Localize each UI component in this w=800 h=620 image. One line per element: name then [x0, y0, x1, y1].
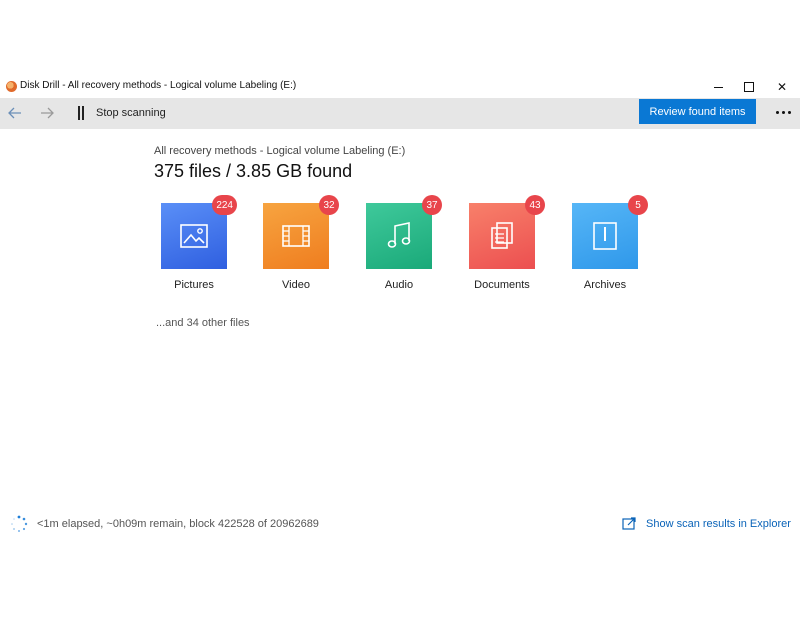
category-label-archives[interactable]: Archives: [555, 279, 655, 291]
count-badge: 32: [319, 195, 339, 215]
window-title: Disk Drill - All recovery methods - Logi…: [20, 80, 297, 91]
arrow-left-icon: [8, 107, 21, 119]
title-bar: Disk Drill - All recovery methods - Logi…: [0, 76, 800, 98]
category-tile-pictures[interactable]: 224: [161, 195, 237, 269]
category-label-pictures[interactable]: Pictures: [144, 279, 244, 291]
category-label-documents[interactable]: Documents: [452, 279, 552, 291]
count-badge: 43: [525, 195, 545, 215]
minimize-button[interactable]: [702, 76, 734, 98]
category-tile-audio[interactable]: 37: [366, 195, 442, 269]
more-dot-icon: [775, 110, 779, 114]
scan-summary-title: 375 files / 3.85 GB found: [154, 161, 353, 181]
documents-icon: [491, 222, 513, 249]
loading-spinner-icon: [11, 515, 28, 532]
forward-button[interactable]: [36, 103, 58, 123]
music-note-icon: [387, 222, 411, 248]
more-dot-icon: [781, 110, 785, 114]
category-tile-documents[interactable]: 43: [469, 195, 545, 269]
picture-icon: [180, 224, 208, 248]
arrow-right-icon: [41, 107, 54, 119]
count-badge: 5: [628, 195, 648, 215]
more-options-button[interactable]: [770, 102, 796, 122]
pause-icon[interactable]: [77, 106, 85, 120]
scan-progress-text: <1m elapsed, ~0h09m remain, block 422528…: [37, 518, 319, 530]
toolbar: Stop scanning Review found items: [0, 98, 800, 129]
review-found-items-button[interactable]: Review found items: [639, 99, 756, 124]
film-icon: [282, 225, 310, 247]
maximize-button[interactable]: [733, 76, 765, 98]
breadcrumb: All recovery methods - Logical volume La…: [154, 145, 406, 157]
show-in-explorer-link[interactable]: Show scan results in Explorer: [646, 518, 791, 530]
close-button[interactable]: ✕: [766, 76, 798, 98]
count-badge: 224: [212, 195, 237, 215]
stop-scanning-button[interactable]: Stop scanning: [96, 107, 166, 119]
archive-icon: [593, 222, 617, 250]
more-dot-icon: [787, 110, 791, 114]
back-button[interactable]: [4, 103, 26, 123]
category-tile-archives[interactable]: 5: [572, 195, 648, 269]
category-tile-video[interactable]: 32: [263, 195, 339, 269]
count-badge: 37: [422, 195, 442, 215]
open-external-icon[interactable]: [622, 517, 636, 530]
category-label-audio[interactable]: Audio: [349, 279, 449, 291]
category-label-video[interactable]: Video: [246, 279, 346, 291]
other-files-text: ...and 34 other files: [156, 317, 250, 329]
disk-drill-logo-icon: [6, 81, 17, 92]
